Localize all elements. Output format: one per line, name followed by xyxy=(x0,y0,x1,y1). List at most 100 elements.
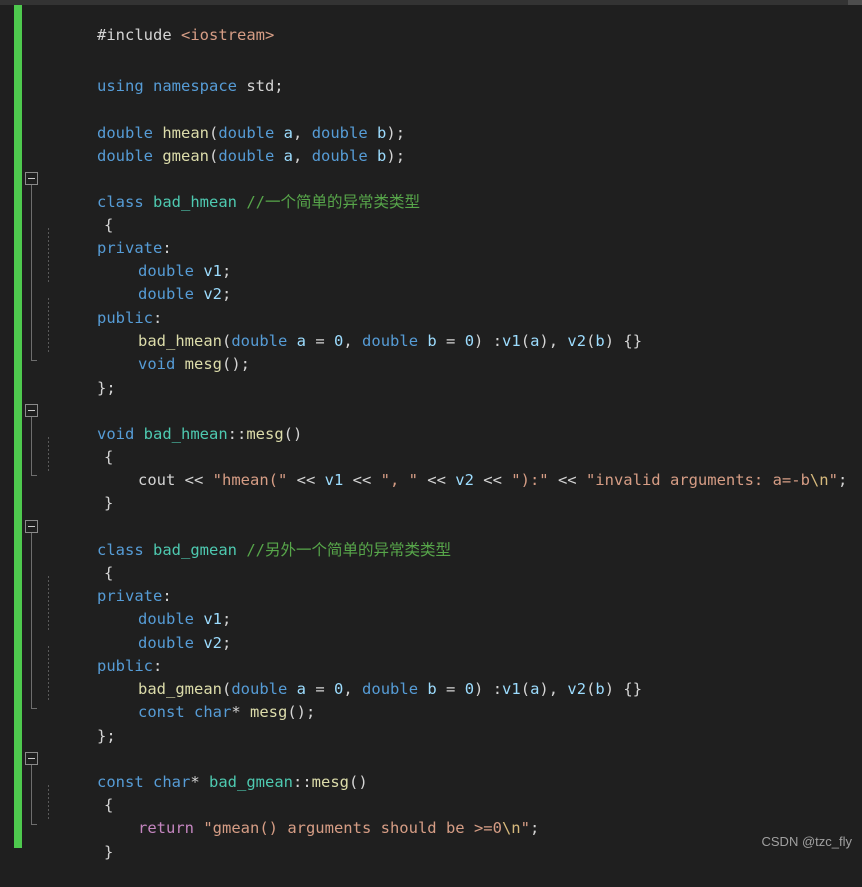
token-string: ", " xyxy=(380,471,418,489)
code-line[interactable]: cout << "hmean(" << v1 << ", " << v2 << … xyxy=(82,446,847,489)
token-punct: ), xyxy=(539,680,568,698)
token-punct: << xyxy=(417,471,456,489)
token-param: a xyxy=(530,680,540,698)
token-comment: //另外一个简单的异常类类型 xyxy=(246,541,451,559)
token-string: "invalid arguments: a=-b xyxy=(585,471,810,489)
token-punct: ) {} xyxy=(604,332,643,350)
token-punct: :: xyxy=(227,425,247,443)
code-line[interactable]: double v1; xyxy=(82,237,231,280)
token-number: 0 xyxy=(464,332,475,350)
token-member: v2 xyxy=(203,285,222,303)
watermark: CSDN @tzc_fly xyxy=(761,834,853,849)
code-line[interactable]: } xyxy=(48,469,113,512)
token-function-name: mesg xyxy=(246,425,284,443)
code-line[interactable]: { xyxy=(48,539,113,582)
code-line[interactable]: void bad_hmean::mesg() xyxy=(41,400,302,443)
token-function-name: gmean xyxy=(162,147,209,165)
code-line[interactable]: void mesg(); xyxy=(82,330,250,373)
token-param: a xyxy=(283,147,294,165)
token-punct: << xyxy=(343,471,381,489)
token-function-name: mesg xyxy=(250,703,288,721)
code-line[interactable]: private: xyxy=(41,214,172,257)
code-line[interactable]: double hmean(double a, double b); xyxy=(41,99,405,142)
token-brace: } xyxy=(104,843,114,861)
code-line[interactable]: double v1; xyxy=(82,585,231,628)
code-line[interactable]: public: xyxy=(41,284,162,327)
code-line[interactable]: class bad_hmean //一个简单的异常类类型 xyxy=(41,168,420,211)
token-punct: () xyxy=(349,773,368,791)
token-param: a xyxy=(530,332,540,350)
code-line[interactable]: class bad_gmean //另外一个简单的异常类类型 xyxy=(41,516,451,559)
token-param: b xyxy=(595,332,605,350)
token-punct: ); xyxy=(386,147,406,165)
token-punct: , xyxy=(343,680,363,698)
token-number: 0 xyxy=(334,332,344,350)
token-punct: << xyxy=(287,471,325,489)
token-function-name: mesg xyxy=(311,773,349,791)
code-line[interactable]: private: xyxy=(41,562,172,605)
code-line[interactable]: double v2; xyxy=(82,260,231,303)
token-control-keyword: return xyxy=(138,819,204,837)
token-keyword: double xyxy=(97,147,163,165)
code-line[interactable]: return "gmean() arguments should be >=0\… xyxy=(82,794,539,837)
token-keyword: void xyxy=(138,355,185,373)
token-function-name: mesg xyxy=(184,355,222,373)
code-line[interactable]: } xyxy=(48,818,113,861)
token-param: b xyxy=(427,680,447,698)
token-string: " xyxy=(520,819,530,837)
token-punct: ) : xyxy=(474,680,503,698)
token-punct: , xyxy=(293,147,312,165)
token-member: v2 xyxy=(567,332,587,350)
code-line[interactable]: { xyxy=(48,191,113,234)
token-string: "):" xyxy=(511,471,549,489)
token-number: 0 xyxy=(464,680,475,698)
token-include-path: <iostream> xyxy=(181,26,275,44)
code-line[interactable]: using namespace std; xyxy=(41,52,284,95)
token-punct: ; xyxy=(837,471,848,489)
token-class-name: bad_gmean xyxy=(153,541,247,559)
token-class-name: bad_hmean xyxy=(143,425,228,443)
code-line[interactable]: bad_hmean(double a = 0, double b = 0) :v… xyxy=(82,307,642,350)
token-brace: }; xyxy=(97,379,116,397)
token-punct: = xyxy=(446,680,465,698)
token-punct: << xyxy=(548,471,586,489)
token-class-name: bad_hmean xyxy=(153,193,247,211)
token-identifier: std; xyxy=(246,77,284,95)
token-punct: () xyxy=(283,425,303,443)
code-line[interactable]: }; xyxy=(41,354,116,397)
code-text-area[interactable]: #include <iostream> using namespace std;… xyxy=(0,0,862,861)
token-punct: * xyxy=(231,703,250,721)
token-punct: << xyxy=(473,471,512,489)
token-param: b xyxy=(377,147,387,165)
token-keyword: double xyxy=(362,680,428,698)
token-punct: , xyxy=(343,332,363,350)
token-comment: //一个简单的异常类类型 xyxy=(246,193,420,211)
code-editor[interactable]: #include <iostream> using namespace std;… xyxy=(0,0,862,861)
token-member: v1 xyxy=(324,471,344,489)
token-punct: (); xyxy=(222,355,250,373)
token-punct: ; xyxy=(222,634,232,652)
code-line[interactable]: double v2; xyxy=(82,609,231,652)
code-line[interactable]: #include <iostream> xyxy=(41,1,274,44)
token-escape: \n xyxy=(501,819,521,837)
token-param: b xyxy=(595,680,605,698)
token-punct: ; xyxy=(222,285,232,303)
token-punct: = xyxy=(446,332,465,350)
code-line[interactable]: public: xyxy=(41,632,162,675)
code-line[interactable]: { xyxy=(48,423,113,466)
code-line[interactable]: const char* bad_gmean::mesg() xyxy=(41,748,368,791)
token-punct: :: xyxy=(293,773,312,791)
code-line[interactable]: }; xyxy=(41,702,116,745)
token-punct: = xyxy=(315,680,335,698)
code-line[interactable]: bad_gmean(double a = 0, double b = 0) :v… xyxy=(82,655,642,698)
token-punct: ), xyxy=(539,332,568,350)
token-member: v2 xyxy=(567,680,587,698)
token-param: a xyxy=(296,332,316,350)
code-line[interactable]: { xyxy=(48,771,113,814)
token-keyword: double xyxy=(311,147,378,165)
code-line[interactable]: const char* mesg(); xyxy=(82,678,315,721)
token-punct: ( xyxy=(520,680,531,698)
code-line[interactable]: double gmean(double a, double b); xyxy=(41,122,405,165)
token-keyword: double xyxy=(362,332,428,350)
token-keyword: using namespace xyxy=(97,77,247,95)
